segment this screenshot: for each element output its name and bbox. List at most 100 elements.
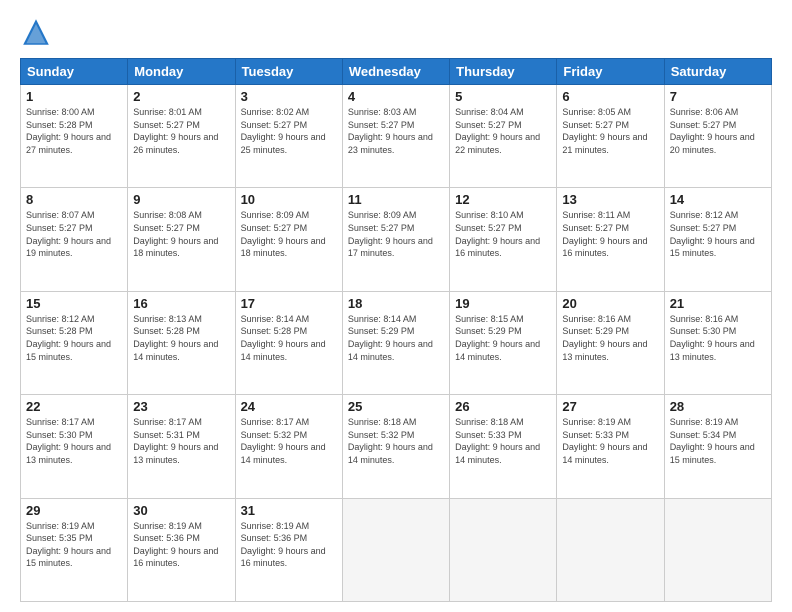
day-cell: 27 Sunrise: 8:19 AMSunset: 5:33 PMDaylig…	[557, 395, 664, 498]
calendar: SundayMondayTuesdayWednesdayThursdayFrid…	[20, 58, 772, 602]
day-number: 14	[670, 192, 766, 207]
day-number: 19	[455, 296, 551, 311]
day-info: Sunrise: 8:17 AMSunset: 5:32 PMDaylight:…	[241, 417, 326, 465]
day-cell	[342, 498, 449, 601]
day-cell: 16 Sunrise: 8:13 AMSunset: 5:28 PMDaylig…	[128, 291, 235, 394]
day-info: Sunrise: 8:13 AMSunset: 5:28 PMDaylight:…	[133, 314, 218, 362]
day-number: 13	[562, 192, 658, 207]
day-number: 12	[455, 192, 551, 207]
day-info: Sunrise: 8:16 AMSunset: 5:29 PMDaylight:…	[562, 314, 647, 362]
day-number: 20	[562, 296, 658, 311]
day-info: Sunrise: 8:18 AMSunset: 5:33 PMDaylight:…	[455, 417, 540, 465]
day-info: Sunrise: 8:19 AMSunset: 5:33 PMDaylight:…	[562, 417, 647, 465]
col-header-monday: Monday	[128, 59, 235, 85]
day-number: 26	[455, 399, 551, 414]
day-cell: 21 Sunrise: 8:16 AMSunset: 5:30 PMDaylig…	[664, 291, 771, 394]
day-cell: 17 Sunrise: 8:14 AMSunset: 5:28 PMDaylig…	[235, 291, 342, 394]
header-row: SundayMondayTuesdayWednesdayThursdayFrid…	[21, 59, 772, 85]
day-cell: 22 Sunrise: 8:17 AMSunset: 5:30 PMDaylig…	[21, 395, 128, 498]
day-number: 31	[241, 503, 337, 518]
logo	[20, 16, 56, 48]
day-info: Sunrise: 8:11 AMSunset: 5:27 PMDaylight:…	[562, 210, 647, 258]
col-header-thursday: Thursday	[450, 59, 557, 85]
day-info: Sunrise: 8:19 AMSunset: 5:36 PMDaylight:…	[241, 521, 326, 569]
day-number: 18	[348, 296, 444, 311]
day-number: 23	[133, 399, 229, 414]
day-cell: 4 Sunrise: 8:03 AMSunset: 5:27 PMDayligh…	[342, 85, 449, 188]
day-number: 1	[26, 89, 122, 104]
day-cell: 20 Sunrise: 8:16 AMSunset: 5:29 PMDaylig…	[557, 291, 664, 394]
day-number: 6	[562, 89, 658, 104]
day-number: 25	[348, 399, 444, 414]
day-info: Sunrise: 8:07 AMSunset: 5:27 PMDaylight:…	[26, 210, 111, 258]
day-cell: 25 Sunrise: 8:18 AMSunset: 5:32 PMDaylig…	[342, 395, 449, 498]
week-row-4: 29 Sunrise: 8:19 AMSunset: 5:35 PMDaylig…	[21, 498, 772, 601]
day-cell: 26 Sunrise: 8:18 AMSunset: 5:33 PMDaylig…	[450, 395, 557, 498]
day-cell: 24 Sunrise: 8:17 AMSunset: 5:32 PMDaylig…	[235, 395, 342, 498]
day-cell: 31 Sunrise: 8:19 AMSunset: 5:36 PMDaylig…	[235, 498, 342, 601]
day-info: Sunrise: 8:19 AMSunset: 5:35 PMDaylight:…	[26, 521, 111, 569]
day-info: Sunrise: 8:14 AMSunset: 5:29 PMDaylight:…	[348, 314, 433, 362]
day-number: 28	[670, 399, 766, 414]
day-number: 10	[241, 192, 337, 207]
week-row-3: 22 Sunrise: 8:17 AMSunset: 5:30 PMDaylig…	[21, 395, 772, 498]
day-number: 29	[26, 503, 122, 518]
day-cell: 11 Sunrise: 8:09 AMSunset: 5:27 PMDaylig…	[342, 188, 449, 291]
day-cell: 10 Sunrise: 8:09 AMSunset: 5:27 PMDaylig…	[235, 188, 342, 291]
day-info: Sunrise: 8:19 AMSunset: 5:36 PMDaylight:…	[133, 521, 218, 569]
day-cell: 19 Sunrise: 8:15 AMSunset: 5:29 PMDaylig…	[450, 291, 557, 394]
day-number: 24	[241, 399, 337, 414]
day-number: 15	[26, 296, 122, 311]
day-number: 16	[133, 296, 229, 311]
day-cell: 18 Sunrise: 8:14 AMSunset: 5:29 PMDaylig…	[342, 291, 449, 394]
day-cell: 14 Sunrise: 8:12 AMSunset: 5:27 PMDaylig…	[664, 188, 771, 291]
day-cell: 28 Sunrise: 8:19 AMSunset: 5:34 PMDaylig…	[664, 395, 771, 498]
day-cell: 8 Sunrise: 8:07 AMSunset: 5:27 PMDayligh…	[21, 188, 128, 291]
day-number: 2	[133, 89, 229, 104]
day-cell: 9 Sunrise: 8:08 AMSunset: 5:27 PMDayligh…	[128, 188, 235, 291]
day-number: 8	[26, 192, 122, 207]
logo-icon	[20, 16, 52, 48]
day-number: 22	[26, 399, 122, 414]
day-info: Sunrise: 8:16 AMSunset: 5:30 PMDaylight:…	[670, 314, 755, 362]
day-cell: 1 Sunrise: 8:00 AMSunset: 5:28 PMDayligh…	[21, 85, 128, 188]
day-info: Sunrise: 8:12 AMSunset: 5:27 PMDaylight:…	[670, 210, 755, 258]
day-cell: 13 Sunrise: 8:11 AMSunset: 5:27 PMDaylig…	[557, 188, 664, 291]
day-info: Sunrise: 8:06 AMSunset: 5:27 PMDaylight:…	[670, 107, 755, 155]
day-cell: 2 Sunrise: 8:01 AMSunset: 5:27 PMDayligh…	[128, 85, 235, 188]
day-number: 11	[348, 192, 444, 207]
day-info: Sunrise: 8:14 AMSunset: 5:28 PMDaylight:…	[241, 314, 326, 362]
day-info: Sunrise: 8:04 AMSunset: 5:27 PMDaylight:…	[455, 107, 540, 155]
day-info: Sunrise: 8:17 AMSunset: 5:30 PMDaylight:…	[26, 417, 111, 465]
day-cell: 23 Sunrise: 8:17 AMSunset: 5:31 PMDaylig…	[128, 395, 235, 498]
day-info: Sunrise: 8:17 AMSunset: 5:31 PMDaylight:…	[133, 417, 218, 465]
day-cell: 30 Sunrise: 8:19 AMSunset: 5:36 PMDaylig…	[128, 498, 235, 601]
col-header-tuesday: Tuesday	[235, 59, 342, 85]
day-info: Sunrise: 8:15 AMSunset: 5:29 PMDaylight:…	[455, 314, 540, 362]
col-header-saturday: Saturday	[664, 59, 771, 85]
day-info: Sunrise: 8:00 AMSunset: 5:28 PMDaylight:…	[26, 107, 111, 155]
day-number: 7	[670, 89, 766, 104]
day-cell: 29 Sunrise: 8:19 AMSunset: 5:35 PMDaylig…	[21, 498, 128, 601]
col-header-wednesday: Wednesday	[342, 59, 449, 85]
day-cell	[450, 498, 557, 601]
day-number: 17	[241, 296, 337, 311]
week-row-1: 8 Sunrise: 8:07 AMSunset: 5:27 PMDayligh…	[21, 188, 772, 291]
header	[20, 16, 772, 48]
col-header-sunday: Sunday	[21, 59, 128, 85]
day-info: Sunrise: 8:19 AMSunset: 5:34 PMDaylight:…	[670, 417, 755, 465]
week-row-0: 1 Sunrise: 8:00 AMSunset: 5:28 PMDayligh…	[21, 85, 772, 188]
day-number: 27	[562, 399, 658, 414]
day-cell	[664, 498, 771, 601]
day-cell: 12 Sunrise: 8:10 AMSunset: 5:27 PMDaylig…	[450, 188, 557, 291]
day-info: Sunrise: 8:05 AMSunset: 5:27 PMDaylight:…	[562, 107, 647, 155]
page: SundayMondayTuesdayWednesdayThursdayFrid…	[0, 0, 792, 612]
day-cell: 6 Sunrise: 8:05 AMSunset: 5:27 PMDayligh…	[557, 85, 664, 188]
day-number: 21	[670, 296, 766, 311]
day-cell: 5 Sunrise: 8:04 AMSunset: 5:27 PMDayligh…	[450, 85, 557, 188]
week-row-2: 15 Sunrise: 8:12 AMSunset: 5:28 PMDaylig…	[21, 291, 772, 394]
day-number: 5	[455, 89, 551, 104]
day-info: Sunrise: 8:12 AMSunset: 5:28 PMDaylight:…	[26, 314, 111, 362]
day-number: 9	[133, 192, 229, 207]
day-info: Sunrise: 8:09 AMSunset: 5:27 PMDaylight:…	[241, 210, 326, 258]
